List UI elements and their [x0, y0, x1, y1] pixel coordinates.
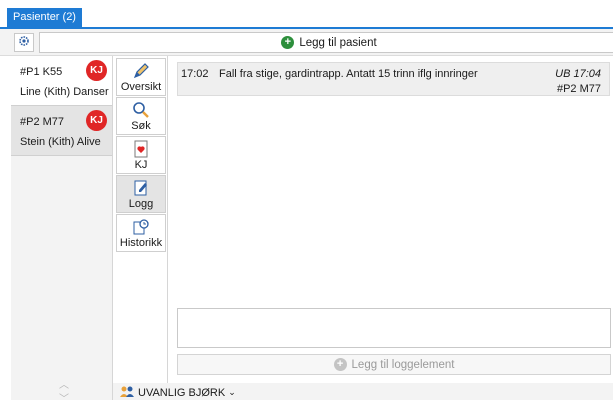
nav-label: Logg: [128, 198, 154, 210]
patient-list: #P1 K55 KJ Line (Kith) Danser #P2 M77 KJ…: [11, 56, 113, 405]
add-patient-label: Legg til pasient: [299, 36, 377, 49]
scroll-down-icon[interactable]: ﹀: [59, 390, 69, 405]
add-log-label: Legg til loggelement: [351, 358, 455, 371]
log-entry[interactable]: 17:02 Fall fra stige, gardintrapp. Antat…: [177, 62, 610, 96]
tab-patients[interactable]: Pasienter (2): [7, 8, 82, 27]
vertical-nav: Oversikt Søk KJ Logg Historikk: [113, 56, 168, 383]
gear-icon: [18, 35, 30, 50]
patient-item[interactable]: #P1 K55 KJ Line (Kith) Danser: [11, 56, 112, 106]
kj-badge: KJ: [86, 60, 107, 81]
nav-label: Oversikt: [120, 81, 162, 93]
nav-label: Historikk: [119, 237, 163, 249]
nav-label: KJ: [134, 159, 148, 171]
log-panel: 17:02 Fall fra stige, gardintrapp. Antat…: [168, 56, 613, 383]
nav-historikk[interactable]: Historikk: [116, 214, 166, 252]
footer: UVANLIG BJØRK ⌄: [113, 383, 613, 400]
nav-label: Søk: [131, 120, 151, 132]
plus-circle-icon: +: [333, 358, 347, 371]
nav-logg[interactable]: Logg: [116, 175, 166, 213]
plus-circle-icon: +: [281, 36, 295, 49]
user-menu[interactable]: UVANLIG BJØRK ⌄: [119, 385, 236, 400]
patient-name: Line (Kith) Danser: [20, 86, 109, 98]
pencil-icon: [117, 61, 165, 81]
patient-name: Stein (Kith) Alive: [20, 136, 101, 148]
kj-badge: KJ: [86, 110, 107, 131]
log-patient: #P2 M77: [556, 83, 601, 95]
toolbar: + Legg til pasient: [0, 29, 613, 56]
log-time: 17:02: [181, 68, 209, 80]
add-patient-button[interactable]: + Legg til pasient: [39, 32, 613, 53]
log-text: Fall fra stige, gardintrapp. Antatt 15 t…: [219, 68, 478, 80]
scroll-up-icon[interactable]: ︿: [59, 376, 69, 391]
tab-strip: Pasienter (2): [0, 0, 613, 29]
add-log-entry-button[interactable]: + Legg til loggelement: [177, 354, 611, 375]
user-group-icon: [119, 385, 135, 400]
log-user: UB 17:04: [555, 68, 601, 80]
document-clock-icon: [117, 217, 165, 237]
nav-kj[interactable]: KJ: [116, 136, 166, 174]
nav-sok[interactable]: Søk: [116, 97, 166, 135]
user-label: UVANLIG BJØRK: [138, 386, 226, 399]
clipboard-edit-icon: [117, 178, 165, 198]
document-heart-icon: [117, 139, 165, 159]
chevron-down-icon: ⌄: [228, 387, 236, 397]
log-input[interactable]: [177, 308, 611, 348]
nav-oversikt[interactable]: Oversikt: [116, 58, 166, 96]
patient-id: #P2 M77: [20, 116, 65, 128]
patient-item[interactable]: #P2 M77 KJ Stein (Kith) Alive: [11, 106, 112, 156]
magnifier-icon: [117, 100, 165, 120]
settings-button[interactable]: [14, 33, 34, 52]
patient-id: #P1 K55: [20, 66, 63, 78]
